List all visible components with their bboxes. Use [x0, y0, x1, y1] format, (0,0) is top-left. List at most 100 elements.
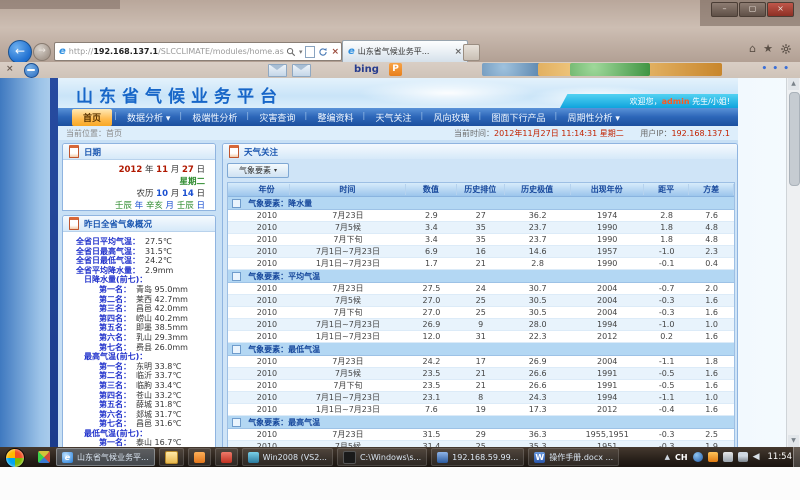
tools-gear-icon[interactable]: [780, 43, 792, 55]
nav-item[interactable]: 数据分析 ▾: [116, 109, 181, 126]
close-button[interactable]: ×: [767, 2, 794, 17]
table-row[interactable]: 20107月5候27.02530.52004-0.31.6: [228, 295, 734, 307]
nav-item[interactable]: 天气关注: [364, 109, 422, 126]
expand-checkbox-icon[interactable]: [232, 199, 241, 208]
mail-icon[interactable]: [292, 64, 311, 77]
nav-item[interactable]: 灾害查询: [248, 109, 306, 126]
vertical-scrollbar[interactable]: ▲ ▼: [786, 78, 800, 447]
row-cell: 28.0: [505, 320, 571, 329]
taskbar-button[interactable]: W操作手册.docx ...: [528, 448, 619, 466]
close-sidebar-icon[interactable]: ×: [6, 64, 14, 74]
table-row[interactable]: 20107月下旬3.43523.719901.84.8: [228, 234, 734, 246]
expand-checkbox-icon[interactable]: [232, 418, 241, 427]
forward-button[interactable]: →: [33, 43, 51, 61]
stop-icon[interactable]: ×: [331, 47, 339, 57]
background-window-edge: [0, 0, 120, 9]
table-group-row[interactable]: 气象要素：最高气温: [228, 416, 734, 429]
table-group-row[interactable]: 气象要素：平均气温: [228, 270, 734, 283]
nav-item[interactable]: 周期性分析 ▾: [557, 109, 631, 126]
globe-tool-icon[interactable]: [570, 63, 650, 76]
row-cell: 1990: [571, 223, 644, 232]
rank-value: 临朐 33.4℃: [136, 381, 181, 391]
maximize-button[interactable]: ▢: [739, 2, 766, 17]
nav-item[interactable]: 极端性分析: [181, 109, 248, 126]
scroll-up-icon[interactable]: ▲: [788, 78, 799, 90]
back-button[interactable]: ←: [8, 40, 32, 64]
scrollbar-thumb[interactable]: [789, 92, 800, 186]
table-row[interactable]: 20107月23日31.52936.31955,1951-0.32.5: [228, 429, 734, 441]
weather-focus-panel: 天气关注 气象要素▾ 年份时间数值历史排位历史极值出现年份距平方差气象要素：降水…: [222, 143, 738, 447]
table-row[interactable]: 20107月23日2.92736.219742.87.6: [228, 210, 734, 222]
network-status-icon[interactable]: [738, 452, 748, 462]
table-row[interactable]: 20107月1日~7月23日6.91614.61957-1.02.3: [228, 246, 734, 258]
hidden-icons-chevron-icon[interactable]: ▲: [665, 453, 670, 461]
expand-checkbox-icon[interactable]: [232, 345, 241, 354]
more-options-dots-icon[interactable]: • • •: [761, 64, 790, 74]
favorites-star-icon[interactable]: ★: [763, 42, 773, 56]
table-group-row[interactable]: 气象要素：降水量: [228, 197, 734, 210]
table-row[interactable]: 20101月1日~7月23日7.61917.32012-0.41.6: [228, 404, 734, 416]
start-button[interactable]: [5, 448, 25, 468]
table-row[interactable]: 20107月23日24.21726.92004-1.11.8: [228, 356, 734, 368]
pinyin-p-icon[interactable]: P: [389, 63, 402, 76]
row-cell: 1990: [571, 235, 644, 244]
row-cell: 2010: [244, 381, 290, 390]
group-expand-cell: [228, 345, 244, 354]
taskbar-button[interactable]: e山东省气候业务平...: [56, 448, 155, 466]
table-row[interactable]: 20107月下旬23.52126.61991-0.51.6: [228, 380, 734, 392]
refresh-icon[interactable]: [318, 47, 328, 57]
addon-circle-icon[interactable]: [24, 63, 39, 78]
search-icon[interactable]: [286, 47, 296, 57]
table-row[interactable]: 20101月1日~7月23日12.03122.320120.21.6: [228, 331, 734, 343]
taskbar-button[interactable]: [188, 448, 211, 466]
row-cell: 2010: [244, 235, 290, 244]
table-row[interactable]: 20107月5候3.43523.719901.84.8: [228, 222, 734, 234]
show-desktop-button[interactable]: [793, 447, 800, 467]
scroll-down-icon[interactable]: ▼: [788, 435, 799, 447]
row-cell: 2010: [244, 320, 290, 329]
table-row[interactable]: 20107月5候23.52126.61991-0.51.6: [228, 368, 734, 380]
table-row[interactable]: 20107月下旬27.02530.52004-0.31.6: [228, 307, 734, 319]
address-bar[interactable]: e http://192.168.137.1/SLCCLIMATE/module…: [54, 42, 342, 61]
action-center-flag-icon[interactable]: [723, 452, 733, 462]
quick-launch-icon[interactable]: [38, 451, 50, 463]
row-cell: -0.4: [644, 405, 690, 414]
element-filter-button[interactable]: 气象要素▾: [227, 163, 289, 178]
taskbar-clock[interactable]: 11:54: [765, 452, 793, 462]
table-row[interactable]: 20107月1日~7月23日23.1824.31994-1.11.0: [228, 392, 734, 404]
security-shield-icon[interactable]: [708, 452, 718, 462]
table-group-row[interactable]: 气象要素：最低气温: [228, 343, 734, 356]
table-row[interactable]: 20107月23日27.52430.72004-0.72.0: [228, 283, 734, 295]
row-cell: 7月5候: [290, 295, 406, 306]
row-cell: -0.1: [644, 259, 690, 268]
volume-icon[interactable]: ◀: [753, 452, 760, 462]
page-content: 山东省气候业务平台 欢迎您，admin 先生/小姐! 首页数据分析 ▾极端性分析…: [58, 78, 738, 447]
rank-value: 费县 26.0mm: [136, 343, 188, 353]
table-row[interactable]: 20107月1日~7月23日26.9928.01994-1.01.0: [228, 319, 734, 331]
taskbar-button[interactable]: [215, 448, 238, 466]
nav-item[interactable]: 首页: [72, 109, 112, 126]
minimize-button[interactable]: –: [711, 2, 738, 17]
rank-row: 第三名：临朐 33.4℃: [63, 381, 215, 391]
taskbar-button[interactable]: Win2008 (VS2...: [242, 448, 333, 466]
row-cell: 36.3: [505, 430, 571, 439]
new-tab-button[interactable]: [463, 44, 480, 61]
mail-icon[interactable]: [268, 64, 287, 77]
nav-item[interactable]: 风向玫瑰: [422, 109, 480, 126]
nav-item[interactable]: 图面下行产品: [480, 109, 556, 126]
expand-checkbox-icon[interactable]: [232, 272, 241, 281]
taskbar-button[interactable]: [159, 448, 184, 466]
username: admin: [662, 97, 690, 106]
taskbar-button[interactable]: 192.168.59.99...: [431, 448, 524, 466]
compatibility-view-icon[interactable]: [305, 46, 315, 58]
table-row[interactable]: 20101月1日~7月23日1.7212.81990-0.10.4: [228, 258, 734, 270]
browser-tab[interactable]: e 山东省气候业务平... ×: [342, 40, 468, 62]
row-cell: 2.8: [644, 211, 690, 220]
taskbar-button[interactable]: C:\Windows\s...: [337, 448, 427, 466]
nav-item[interactable]: 整编资料: [306, 109, 364, 126]
autocomplete-dropdown-icon[interactable]: ▾: [299, 48, 303, 56]
language-indicator[interactable]: CH: [675, 453, 688, 462]
home-icon[interactable]: ⌂: [749, 42, 756, 56]
network-app-icon[interactable]: [693, 452, 703, 462]
bing-logo[interactable]: bing: [354, 64, 379, 75]
